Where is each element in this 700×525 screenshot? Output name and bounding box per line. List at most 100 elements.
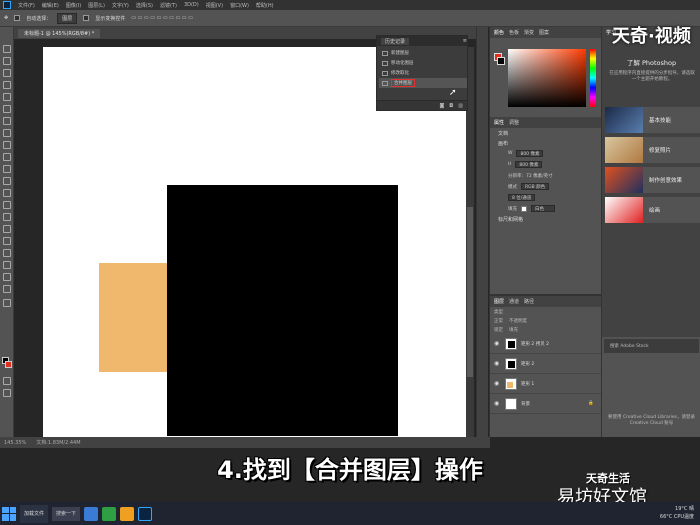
menu-file[interactable]: 文件(F) xyxy=(18,2,35,9)
mode-dropdown[interactable]: RGB 颜色 xyxy=(521,183,550,190)
menu-window[interactable]: 窗口(W) xyxy=(230,2,249,9)
canvas-section[interactable]: 画布 xyxy=(490,138,602,148)
stamp-tool-icon[interactable] xyxy=(3,153,11,161)
history-item[interactable]: 移动化图层 xyxy=(379,58,467,68)
width-field[interactable]: 800 像素 xyxy=(516,150,544,157)
dodge-tool-icon[interactable] xyxy=(3,213,11,221)
frame-tool-icon[interactable] xyxy=(3,105,11,113)
hue-slider[interactable] xyxy=(590,49,596,107)
pen-tool-icon[interactable] xyxy=(3,225,11,233)
eye-icon[interactable]: ◉ xyxy=(494,340,501,347)
tab-channels[interactable]: 通道 xyxy=(509,298,519,305)
bits-dropdown[interactable]: 8 位/通道 xyxy=(508,194,536,201)
rulers-section[interactable]: 标尺和网格 xyxy=(490,214,602,224)
layer-row-background[interactable]: ◉ 背景 🔒 xyxy=(490,394,602,414)
rectangle-tool-icon[interactable] xyxy=(3,261,11,269)
photoshop-logo-icon xyxy=(3,1,11,9)
tab-patterns[interactable]: 图案 xyxy=(539,29,549,36)
blur-tool-icon[interactable] xyxy=(3,201,11,209)
quick-mask-icon[interactable] xyxy=(3,377,11,385)
blend-mode-dropdown[interactable]: 正常 xyxy=(494,318,503,324)
eye-icon[interactable]: ◉ xyxy=(494,380,501,387)
zoom-tool-icon[interactable] xyxy=(3,285,11,293)
gradient-tool-icon[interactable] xyxy=(3,189,11,197)
history-brush-tool-icon[interactable] xyxy=(3,165,11,173)
menu-3d[interactable]: 3D(D) xyxy=(184,2,199,8)
wechat-app-icon[interactable] xyxy=(102,506,117,521)
learn-card[interactable]: 基本技能 xyxy=(605,107,700,133)
tab-properties[interactable]: 属性 xyxy=(494,119,504,126)
align-icons[interactable]: ▭ ▭ ▭ ▭ ▭ ▭ ▭ ▭ ▭ ▭ xyxy=(131,15,193,21)
show-transform-checkbox[interactable] xyxy=(83,15,90,21)
camera-icon[interactable]: ◘ xyxy=(449,103,453,109)
panel-menu-icon[interactable]: ≡ xyxy=(463,38,467,44)
learn-card[interactable]: 制作创意效果 xyxy=(605,167,700,193)
background-color-chip[interactable] xyxy=(497,57,505,65)
screen-mode-icon[interactable] xyxy=(3,389,11,397)
type-tool-icon[interactable] xyxy=(3,237,11,245)
learn-card[interactable]: 修复照片 xyxy=(605,137,700,163)
kind-filter[interactable]: 类型 xyxy=(494,309,503,315)
color-picker-field[interactable] xyxy=(508,49,586,107)
hand-tool-icon[interactable] xyxy=(3,273,11,281)
tab-color[interactable]: 颜色 xyxy=(494,29,504,36)
marquee-tool-icon[interactable] xyxy=(3,57,11,65)
history-tab[interactable]: 历史记录 xyxy=(381,37,410,45)
height-field[interactable]: 800 像素 xyxy=(515,161,543,168)
browser-app-icon[interactable] xyxy=(84,506,99,521)
zoom-readout[interactable]: 145.35% xyxy=(4,440,26,446)
move-tool-icon[interactable] xyxy=(3,45,11,53)
move-tool-icon[interactable]: ✥ xyxy=(4,15,8,21)
history-item[interactable]: 新建图层 xyxy=(379,48,467,58)
history-item-merge-layers[interactable]: 合并图层 xyxy=(379,78,467,88)
tab-paths[interactable]: 路径 xyxy=(524,298,534,305)
auto-select-dropdown[interactable]: 图层 xyxy=(57,12,78,24)
taskbar-search[interactable]: 搜索一下 xyxy=(52,506,81,521)
eraser-tool-icon[interactable] xyxy=(3,177,11,185)
scrollbar-thumb[interactable] xyxy=(467,207,473,377)
layer-row[interactable]: ◉ 矩形 1 xyxy=(490,374,602,394)
fill-swatch[interactable] xyxy=(521,205,527,212)
menu-select[interactable]: 选择(S) xyxy=(136,2,153,9)
trash-icon[interactable]: ▥ xyxy=(458,103,463,109)
windows-start-icon[interactable] xyxy=(2,506,16,521)
eyedropper-tool-icon[interactable] xyxy=(3,117,11,125)
stock-search-field[interactable]: 搜索 Adobe Stock xyxy=(604,339,699,353)
menu-edit[interactable]: 编辑(E) xyxy=(42,2,59,9)
menu-image[interactable]: 图像(I) xyxy=(66,2,81,9)
path-select-tool-icon[interactable] xyxy=(3,249,11,257)
menu-layer[interactable]: 图层(L) xyxy=(88,2,105,9)
quick-select-tool-icon[interactable] xyxy=(3,81,11,89)
fill-dropdown[interactable]: 白色 xyxy=(531,205,555,212)
folder-app-icon[interactable] xyxy=(120,506,135,521)
collapsed-panel-dock[interactable] xyxy=(476,27,488,437)
menu-help[interactable]: 帮助(H) xyxy=(256,2,274,9)
layer-row[interactable]: ◉ 矩形 2 拷贝 2 xyxy=(490,334,602,354)
brush-tool-icon[interactable] xyxy=(3,141,11,149)
layer-row[interactable]: ◉ 矩形 2 xyxy=(490,354,602,374)
lasso-tool-icon[interactable] xyxy=(3,69,11,77)
tab-gradients[interactable]: 渐变 xyxy=(524,29,534,36)
background-color-swatch[interactable] xyxy=(5,361,12,368)
menu-filter[interactable]: 滤镜(T) xyxy=(160,2,177,9)
black-rectangle-layer[interactable] xyxy=(167,185,398,436)
crop-tool-icon[interactable] xyxy=(3,93,11,101)
eye-icon[interactable]: ◉ xyxy=(494,360,501,367)
menu-type[interactable]: 文字(Y) xyxy=(112,2,129,9)
eye-icon[interactable]: ◉ xyxy=(494,400,501,407)
more-tools-icon[interactable] xyxy=(3,299,11,307)
tab-adjustments[interactable]: 调整 xyxy=(509,119,519,126)
taskbar-loading-item[interactable]: 加载文件 xyxy=(20,504,49,523)
document-tab[interactable]: 未标题-1 @ 145%(RGB/8#) * xyxy=(18,28,101,38)
healing-tool-icon[interactable] xyxy=(3,129,11,137)
history-item[interactable]: 修改取化 xyxy=(379,68,467,78)
learn-card[interactable]: 绘画 xyxy=(605,197,700,223)
menu-view[interactable]: 视图(V) xyxy=(206,2,223,9)
tab-layers[interactable]: 图层 xyxy=(494,298,504,305)
orange-rectangle-layer[interactable] xyxy=(99,263,167,372)
auto-select-checkbox[interactable] xyxy=(14,15,21,21)
tab-swatches[interactable]: 色板 xyxy=(509,29,519,36)
photoshop-app-icon[interactable] xyxy=(138,506,153,521)
snapshot-icon[interactable]: ◙ xyxy=(439,103,444,109)
fill-label: 填充 xyxy=(508,206,517,212)
